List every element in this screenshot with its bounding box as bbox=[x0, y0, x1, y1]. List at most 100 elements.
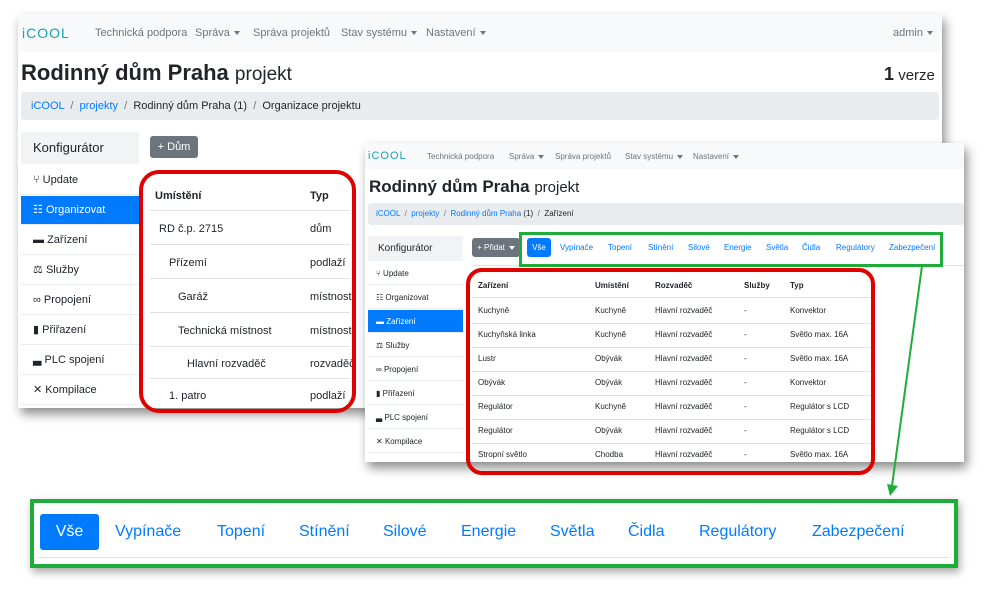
user-name: admin bbox=[893, 27, 923, 39]
page-title: Rodinný dům Praha projekt bbox=[21, 60, 292, 85]
sidebar-item-label: Kompilace bbox=[45, 384, 97, 396]
breadcrumb: iCOOL / projekty / Rodinný dům Praha (1)… bbox=[368, 203, 964, 225]
tab-sensors[interactable]: Čidla bbox=[628, 514, 664, 550]
car-icon: ▃ bbox=[376, 413, 383, 422]
scale-icon: ⚖ bbox=[376, 341, 384, 350]
nav-settings[interactable]: Nastavení bbox=[693, 152, 740, 161]
chevron-down-icon bbox=[926, 31, 933, 36]
nav-system[interactable]: Stav systému bbox=[625, 152, 684, 161]
sidebar-item-label: Update bbox=[383, 269, 409, 278]
sidebar-item-label: Přiřazení bbox=[382, 389, 415, 398]
version-count: 1 verze bbox=[884, 64, 935, 84]
nav-support[interactable]: Technická podpora bbox=[427, 152, 494, 161]
breadcrumb: iCOOL / projekty / Rodinný dům Praha (1)… bbox=[21, 92, 939, 120]
nav-support[interactable]: Technická podpora bbox=[95, 27, 187, 39]
sidebar-item-label: Update bbox=[42, 174, 79, 186]
branch-icon: ⑂ bbox=[33, 174, 40, 186]
tab-regulators[interactable]: Regulátory bbox=[699, 514, 776, 550]
breadcrumb-current: Zařízení bbox=[544, 209, 574, 218]
nav-projects[interactable]: Správa projektů bbox=[555, 152, 611, 161]
page-title-suffix: projekt bbox=[534, 179, 580, 196]
breadcrumb-project: Rodinný dům Praha (1) bbox=[133, 100, 248, 112]
sidebar-title: Konfigurátor bbox=[368, 236, 463, 261]
sidebar-title: Konfigurátor bbox=[21, 132, 139, 164]
sidebar-item-connections[interactable]: ∞ Propojení bbox=[368, 358, 463, 381]
nav-settings-label: Nastavení bbox=[693, 152, 730, 161]
nav-settings[interactable]: Nastavení bbox=[426, 27, 486, 39]
navbar: iCOOL Technická podpora Správa Správa pr… bbox=[18, 14, 942, 52]
sidebar-item-label: Kompilace bbox=[384, 437, 423, 446]
sitemap-icon: ☷ bbox=[33, 204, 43, 216]
sidebar-item-plc[interactable]: ▃ PLC spojení bbox=[368, 406, 463, 429]
tab-security[interactable]: Zabezpečení bbox=[812, 514, 905, 550]
tab-shading[interactable]: Stínění bbox=[299, 514, 350, 550]
branch-icon: ⑂ bbox=[376, 269, 381, 278]
sidebar-item-compile[interactable]: ✕ Kompilace bbox=[368, 430, 463, 453]
add-house-label: Dům bbox=[167, 141, 191, 153]
sidebar-item-organize[interactable]: ☷ Organizovat bbox=[368, 286, 463, 309]
tabs-zoom-panel: Vše Vypínače Topení Stínění Silové Energ… bbox=[30, 499, 958, 568]
scale-icon: ⚖ bbox=[33, 264, 43, 276]
car-icon: ▃ bbox=[33, 354, 42, 366]
brand-logo[interactable]: iCOOL bbox=[22, 25, 70, 41]
breadcrumb-projects[interactable]: projekty bbox=[80, 100, 119, 112]
chevron-down-icon bbox=[733, 154, 740, 159]
sidebar-item-organize[interactable]: ☷ Organizovat bbox=[21, 196, 139, 225]
tab-power[interactable]: Silové bbox=[383, 514, 427, 550]
tab-all[interactable]: Vše bbox=[40, 514, 99, 550]
chevron-down-icon bbox=[411, 31, 418, 36]
breadcrumb-home[interactable]: iCOOL bbox=[31, 100, 64, 112]
sidebar-item-update[interactable]: ⑂ Update bbox=[368, 262, 463, 285]
nav-projects[interactable]: Správa projektů bbox=[253, 27, 330, 39]
location-table-highlight bbox=[139, 170, 356, 413]
sidebar-item-compile[interactable]: ✕ Kompilace bbox=[21, 376, 139, 405]
chevron-down-icon bbox=[479, 31, 486, 36]
tab-lights[interactable]: Světla bbox=[550, 514, 594, 550]
book-icon: ▮ bbox=[33, 324, 40, 336]
tab-energy[interactable]: Energie bbox=[461, 514, 516, 550]
tab-heating[interactable]: Topení bbox=[217, 514, 265, 550]
sidebar-item-label: Organizovat bbox=[385, 293, 429, 302]
zoom-arrow-icon bbox=[887, 265, 923, 496]
sidebar-item-label: Služby bbox=[45, 264, 79, 276]
sidebar-item-connections[interactable]: ∞ Propojení bbox=[21, 286, 139, 315]
sidebar-item-label: Organizovat bbox=[45, 204, 106, 216]
sidebar-item-label: PLC spojení bbox=[384, 413, 428, 422]
sidebar-item-devices[interactable]: ▬ Zařízení bbox=[21, 226, 139, 255]
sidebar-item-assignment[interactable]: ▮ Přiřazení bbox=[21, 316, 139, 345]
breadcrumb-version: (1) bbox=[523, 209, 534, 218]
navbar: iCOOL Technická podpora Správa Správa pr… bbox=[365, 143, 964, 169]
breadcrumb-project[interactable]: Rodinný dům Praha bbox=[450, 209, 521, 218]
sidebar-item-update[interactable]: ⑂ Update bbox=[21, 166, 139, 195]
device-icon: ▬ bbox=[33, 234, 44, 246]
sidebar-item-assignment[interactable]: ▮ Přiřazení bbox=[368, 382, 463, 405]
add-device-label: Přidat bbox=[484, 243, 505, 252]
sitemap-icon: ☷ bbox=[376, 293, 384, 302]
breadcrumb-home[interactable]: iCOOL bbox=[376, 209, 400, 218]
link-icon: ∞ bbox=[33, 294, 41, 306]
sidebar-item-plc[interactable]: ▃ PLC spojení bbox=[21, 346, 139, 375]
plus-icon: + bbox=[157, 141, 165, 153]
brand-logo[interactable]: iCOOL bbox=[368, 150, 407, 162]
sidebar-item-services[interactable]: ⚖ Služby bbox=[368, 334, 463, 357]
nav-admin-menu[interactable]: Správa bbox=[509, 152, 545, 161]
compress-icon: ✕ bbox=[33, 384, 43, 396]
add-house-button[interactable]: + Dům bbox=[150, 136, 198, 158]
add-device-button[interactable]: + Přidat bbox=[472, 238, 520, 257]
nav-system-label: Stav systému bbox=[625, 152, 674, 161]
nav-system[interactable]: Stav systému bbox=[341, 27, 418, 39]
chevron-down-icon bbox=[508, 245, 515, 250]
user-menu[interactable]: admin bbox=[893, 27, 933, 39]
nav-admin-menu[interactable]: Správa bbox=[195, 27, 240, 39]
nav-admin-label: Správa bbox=[195, 27, 230, 39]
sidebar-item-devices[interactable]: ▬ Zařízení bbox=[368, 310, 463, 333]
device-icon: ▬ bbox=[376, 317, 384, 326]
tab-switches[interactable]: Vypínače bbox=[115, 514, 181, 550]
plus-icon: + bbox=[477, 243, 482, 252]
nav-settings-label: Nastavení bbox=[426, 27, 476, 39]
breadcrumb-current: Organizace projektu bbox=[262, 100, 361, 112]
sidebar-item-services[interactable]: ⚖ Služby bbox=[21, 256, 139, 285]
sidebar-item-label: Zařízení bbox=[47, 234, 88, 246]
compress-icon: ✕ bbox=[376, 437, 383, 446]
breadcrumb-projects[interactable]: projekty bbox=[411, 209, 439, 218]
